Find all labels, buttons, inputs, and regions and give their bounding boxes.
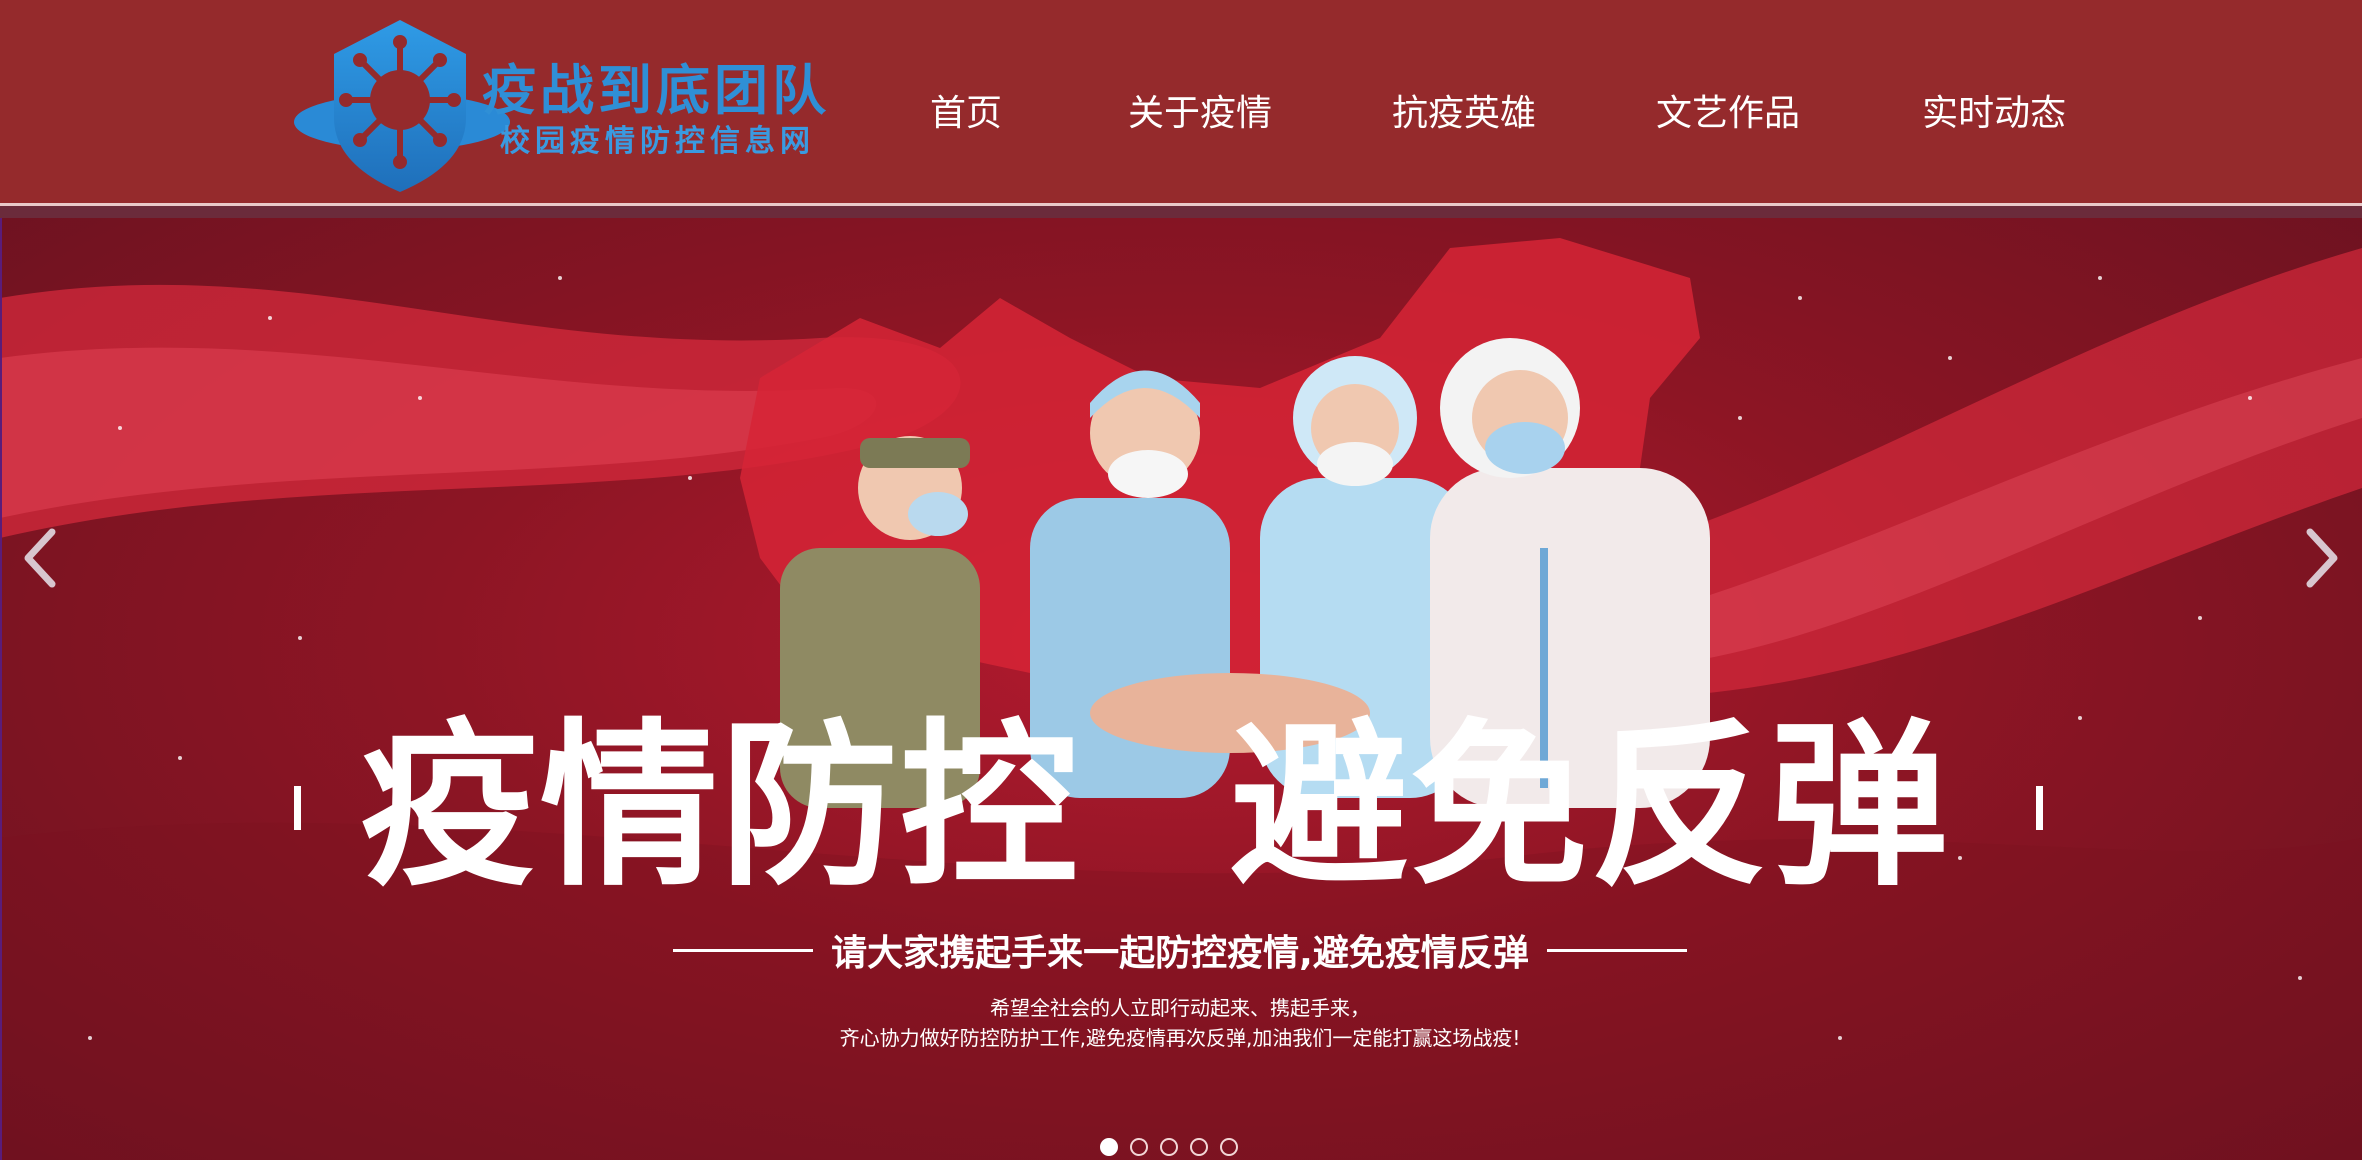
carousel-dot-4[interactable] — [1190, 1138, 1208, 1156]
carousel-dot-1[interactable] — [1100, 1138, 1118, 1156]
carousel-dot-5[interactable] — [1220, 1138, 1238, 1156]
nav-item-about-epidemic[interactable]: 关于疫情 — [1128, 84, 1272, 136]
headline-right: 避免反弹 — [1230, 703, 1950, 910]
slogan-text: 请大家携起手来一起防控疫情,避免疫情反弹 — [831, 933, 1529, 974]
header-shadow-band — [0, 206, 2362, 218]
page: 疫战到底团队 校园疫情防控信息网 首页 关于疫情 抗疫英雄 文艺作品 实时动态 — [0, 0, 2362, 1160]
chevron-right-icon — [2306, 528, 2338, 588]
nav-item-live-updates[interactable]: 实时动态 — [1922, 84, 2066, 136]
headline-bar-right — [2036, 786, 2043, 830]
nav-item-heroes[interactable]: 抗疫英雄 — [1392, 84, 1536, 136]
banner-description-line2: 齐心协力做好防控防护工作,避免疫情再次反弹,加油我们一定能打赢这场战疫! — [839, 1026, 1521, 1050]
slogan-line-left — [673, 948, 814, 952]
banner-slogan: 请大家携起手来一起防控疫情,避免疫情反弹 — [600, 924, 1760, 976]
nav-item-home[interactable]: 首页 — [930, 84, 1002, 136]
carousel-dot-2[interactable] — [1130, 1138, 1148, 1156]
left-edge-line — [0, 218, 2, 1160]
headline-left: 疫情防控 — [360, 703, 1080, 910]
carousel-indicators — [1100, 1138, 1238, 1156]
nav-item-artworks[interactable]: 文艺作品 — [1656, 84, 1800, 136]
site-logo[interactable]: 疫战到底团队 校园疫情防控信息网 — [290, 14, 850, 194]
logo-title: 疫战到底团队 — [482, 58, 830, 122]
carousel-prev-button[interactable] — [16, 518, 66, 598]
site-header: 疫战到底团队 校园疫情防控信息网 首页 关于疫情 抗疫英雄 文艺作品 实时动态 — [0, 0, 2362, 204]
hero-carousel: 疫情防控 避免反弹 请大家携起手来一起防控疫情,避免疫情反弹 希望全社会的人立即行… — [0, 218, 2362, 1160]
banner-headline: 疫情防控 避免反弹 — [360, 718, 1980, 896]
carousel-dot-3[interactable] — [1160, 1138, 1178, 1156]
slogan-line-right — [1546, 948, 1687, 952]
banner-description-line1: 希望全社会的人立即行动起来、携起手来， — [990, 996, 1370, 1020]
chevron-left-icon — [24, 528, 56, 588]
logo-subtitle: 校园疫情防控信息网 — [500, 124, 815, 159]
carousel-next-button[interactable] — [2296, 518, 2346, 598]
headline-bar-left — [294, 786, 301, 830]
main-nav: 首页 关于疫情 抗疫英雄 文艺作品 实时动态 — [930, 80, 2066, 140]
